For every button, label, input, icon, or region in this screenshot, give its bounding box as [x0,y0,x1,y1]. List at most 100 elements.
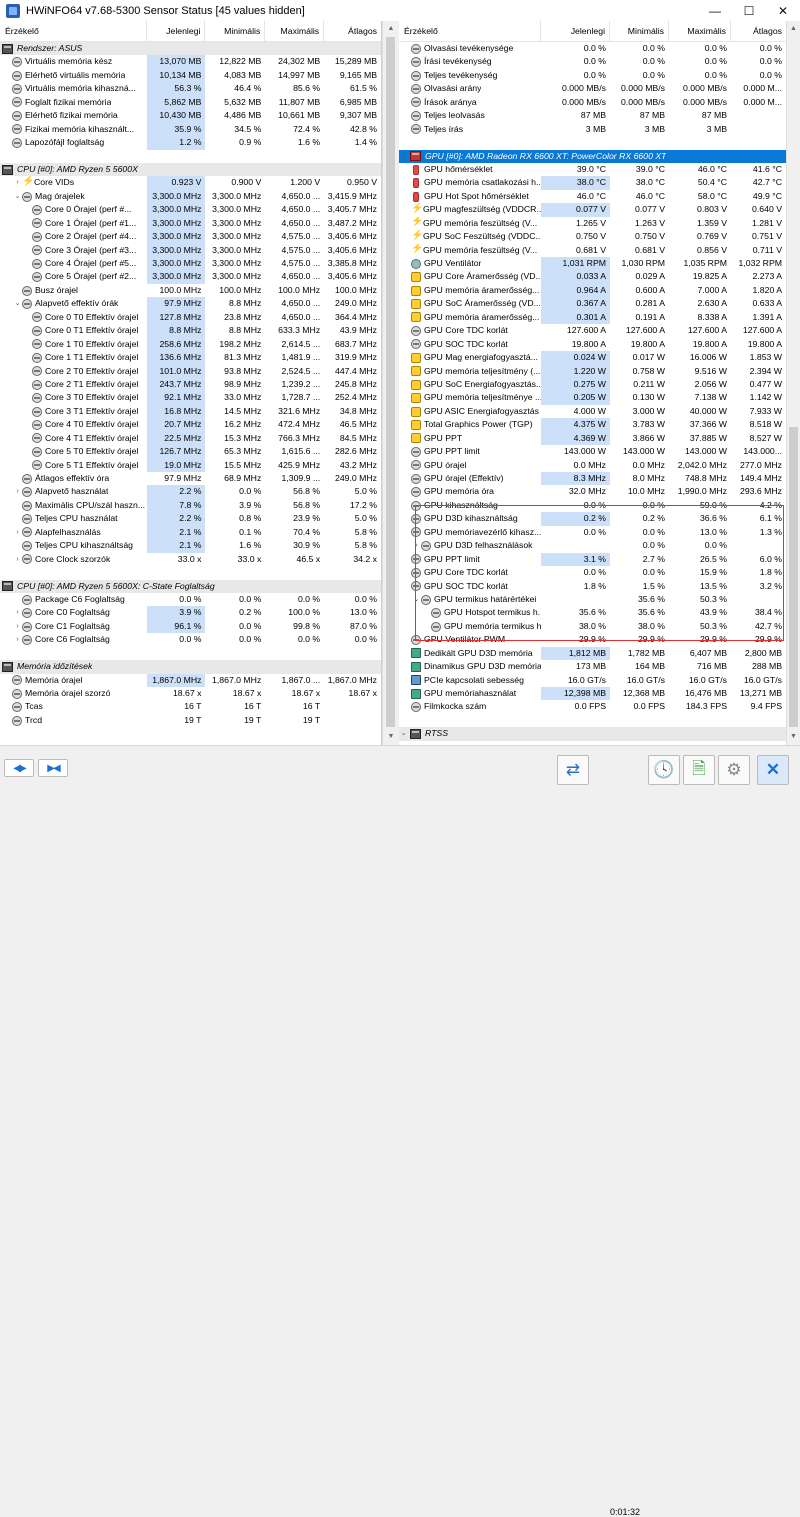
sensor-row[interactable]: Core 0 T0 Effektív órajel 127.8 MHz 23.8 M… [0,310,381,325]
sensor-row[interactable]: Lapozófájl foglaltság 1.2 % 0.9 % 1.6 % 1.4 … [0,136,381,150]
sensor-row[interactable]: Core 2 T1 Effektív órajel 243.7 MHz 98.9 M… [0,377,381,392]
column-header-current[interactable]: Jelenlegi [147,21,206,42]
sensor-row[interactable]: Core 4 T0 Effektív órajel 20.7 MHz 16.2 MH… [0,418,381,432]
sensor-row[interactable]: GPU Core TDC korlát 127.600 A 127.600 A 127… [399,324,789,337]
column-header-max[interactable]: Maximális [265,21,325,42]
sensor-row[interactable]: Core 5 T0 Effektív órajel 126.7 MHz 65.3 M… [0,445,381,459]
left-scrollbar[interactable]: ▲ ▼ [382,21,399,745]
sensor-row[interactable]: Core 1 T1 Effektív órajel 136.6 MHz 81.3 M… [0,351,381,365]
column-header-min[interactable]: Minimális [205,21,266,42]
sensor-row[interactable]: GPU magfeszültség (VDDCR...0.077 V0.077 … [399,203,789,217]
expand-toggle-icon[interactable]: ⌄ [399,150,408,163]
sensor-row[interactable]: GPU Ventilátor 1,031 RPM 1,030 RPM 1,035 RP… [399,257,789,271]
reset-clock-button[interactable]: 🕓 [648,755,680,785]
sensor-group-header[interactable]: ⌄ RTSS [399,727,789,741]
sensor-group-header[interactable]: Rendszer: ASUS [0,42,381,56]
column-header-current[interactable]: Jelenlegi [541,21,610,42]
sensor-row[interactable]: Core 5 T1 Effektív órajel 19.0 MHz 15.5 MH… [0,458,381,472]
expand-toggle-icon[interactable]: › [13,620,22,633]
sensor-row[interactable]: Teljes tevékenység 0.0 % 0.0 % 0.0 % 0.0 % [399,69,789,82]
sensor-row[interactable]: Dedikált GPU D3D memória 1,812 MB 1,782 MB… [399,646,789,661]
sensor-row[interactable]: Filmkocka szám 0.0 FPS 0.0 FPS 184.3 FPS 9.4… [399,700,789,713]
left-scroll-thumb[interactable] [386,37,395,727]
scroll-down-arrow-icon[interactable]: ▼ [383,731,399,743]
expand-toggle-icon[interactable]: › [13,553,22,566]
sensor-row[interactable]: GPU ASIC Energiafogyasztás 4.000 W 3.000 W… [399,405,789,418]
sensor-row[interactable]: GPU PPT limit 143.000 W 143.000 W 143.000 W… [399,445,789,458]
column-header-max[interactable]: Maximális [669,21,731,42]
sensor-row[interactable]: › Alapvető használat 2.2 % 0.0 % 56.8 % 5.0 % [0,485,381,499]
sensor-row[interactable]: Trcd 19 T 19 T 19 T [0,714,381,727]
settings-button[interactable]: ⚙ [718,755,750,785]
sensor-row[interactable]: Core 4 Órajel (perf #5... 3,300.0 MHz 3,30… [0,257,381,271]
sensor-row[interactable]: GPU órajel (Effektív) 8.3 MHz 8.0 MHz 748.8… [399,472,789,486]
right-scroll-thumb[interactable] [789,427,798,727]
scroll-up-arrow-icon[interactable]: ▲ [383,23,399,35]
scroll-up-arrow-icon[interactable]: ▲ [787,23,800,35]
sensor-row[interactable]: Maximális CPU/szál haszn... 7.8 % 3.9 % 56.… [0,498,381,513]
expand-toggle-icon[interactable]: ⌄ [399,727,408,740]
sensor-row[interactable]: GPU PPT 4.369 W 3.866 W 37.885 W 8.527 W [399,431,789,446]
sensor-row[interactable]: Foglalt fizikai memória 5,862 MB 5,632 MB 1… [0,95,381,110]
sensor-row[interactable]: Core 3 Órajel (perf #3... 3,300.0 MHz 3,30… [0,243,381,257]
maximize-button[interactable]: ☐ [732,0,766,21]
sensor-row[interactable]: Elérhető fizikai memória 10,430 MB 4,486 M… [0,109,381,123]
sensor-row[interactable]: Virtuális memória kész 13,070 MB 12,822 MB… [0,55,381,69]
sensor-row[interactable]: Memória órajel 1,867.0 MHz 1,867.0 MHz 1,86… [0,673,381,687]
close-window-button[interactable]: ✕ [766,0,800,21]
sensor-row[interactable]: PCIe kapcsolati sebesség 16.0 GT/s 16.0 GT… [399,674,789,687]
sensor-row[interactable]: GPU memória feszültség (V... 0.681 V 0.681… [399,244,789,257]
sensor-row[interactable]: Busz órajel 100.0 MHz 100.0 MHz 100.0 MHz 10… [0,284,381,297]
sensor-row[interactable]: GPU memória csatlakozási h... 38.0 °C 38.0… [399,176,789,190]
sensor-row[interactable]: Olvasási arány 0.000 MB/s 0.000 MB/s 0.000 … [399,82,789,95]
add-report-button[interactable]: 🗎 [683,755,715,785]
expand-toggle-icon[interactable]: ⌄ [13,297,22,310]
sensor-row[interactable]: GPU SoC Energiafogyasztás... 0.275 W 0.211… [399,377,789,392]
sensor-row[interactable]: Core 3 T1 Effektív órajel 16.8 MHz 14.5 MH… [0,404,381,419]
sensor-row[interactable]: › Alapfelhasználás 2.1 % 0.1 % 70.4 % 5.8 % [0,525,381,540]
sensor-row[interactable]: GPU SOC TDC korlát 19.800 A 19.800 A 19.800… [399,338,789,351]
sensor-row[interactable]: Core 2 T0 Effektív órajel 101.0 MHz 93.8 M… [0,364,381,378]
sensor-row[interactable]: Olvasási tevékenysége 0.0 % 0.0 % 0.0 % 0.0 … [399,42,789,55]
sensor-row[interactable]: › Core C6 Foglaltság 0.0 % 0.0 % 0.0 % 0.0 % [0,633,381,646]
sensor-row[interactable]: Teljes CPU kihasználtság 2.1 % 1.6 % 30.9 %… [0,539,381,553]
sensor-row[interactable]: Írási tevékenység 0.0 % 0.0 % 0.0 % 0.0 % [399,55,789,68]
sensor-row[interactable]: › Core C0 Foglaltság 3.9 % 0.2 % 100.0 % 13.0… [0,606,381,620]
right-scrollbar[interactable]: ▲ ▼ [786,21,800,745]
sensor-row[interactable]: GPU SoC Feszültség (VDDC... 0.750 V 0.750 … [399,230,789,243]
sensor-row[interactable]: Core 3 T0 Effektív órajel 92.1 MHz 33.0 MH… [0,391,381,405]
expand-toggle-icon[interactable]: › [13,176,22,189]
sensor-row[interactable]: Átlagos effektív óra 97.9 MHz 68.9 MHz 1,30… [0,472,381,485]
sensor-row[interactable]: Elérhető virtuális memória 10,134 MB 4,083… [0,68,381,83]
sensor-row[interactable]: GPU memória feszültség (V... 1.265 V 1.263… [399,217,789,230]
sensor-row[interactable]: Core 0 Órajel (perf #... 3,300.0 MHz 3,300… [0,203,381,217]
column-header-avg[interactable]: Átlagos [324,21,381,42]
sensor-row[interactable]: Core 0 T1 Effektív órajel 8.8 MHz 8.8 MHz 6… [0,324,381,338]
navigate-left-button[interactable]: ◀▶ [4,759,34,777]
sensor-row[interactable]: Core 1 Órajel (perf #1... 3,300.0 MHz 3,30… [0,216,381,231]
navigate-right-button[interactable]: ▶◀ [38,759,68,777]
sensor-row[interactable]: ⌄ Mag órajelek 3,300.0 MHz 3,300.0 MHz 4,650… [0,189,381,204]
sensor-group-header[interactable]: CPU [#0]: AMD Ryzen 5 5600X [0,162,381,177]
column-header-min[interactable]: Minimális [610,21,669,42]
sensor-row[interactable]: GPU Core Áramerősség (VD... 0.033 A 0.029 … [399,270,789,284]
sensor-row[interactable]: GPU SoC Áramerősség (VD... 0.367 A 0.281 A… [399,297,789,311]
sensor-row[interactable]: Virtuális memória kihaszná... 56.3 % 46.4 … [0,82,381,96]
expand-toggle-icon[interactable]: › [13,633,22,646]
minimize-button[interactable]: — [698,0,732,21]
sensor-row[interactable]: Teljes írás 3 MB 3 MB 3 MB [399,123,789,136]
sensor-row[interactable]: Package C6 Foglaltság 0.0 % 0.0 % 0.0 % 0.0 … [0,593,381,606]
sensor-group-header[interactable]: CPU [#0]: AMD Ryzen 5 5600X: C-State Fog… [0,579,381,593]
sensor-group-header[interactable]: ⌄ GPU [#0]: AMD Radeon RX 6600 XT: PowerC… [399,149,789,163]
sensor-row[interactable]: GPU memória teljesítménye ... 0.205 W 0.13… [399,391,789,405]
sensor-row[interactable]: GPU Hot Spot hőmérséklet 46.0 °C 46.0 °C 58… [399,190,789,203]
column-header-name[interactable]: Érzékelő [399,21,541,42]
sensor-row[interactable]: Teljes leolvasás 87 MB 87 MB 87 MB [399,109,789,122]
sensor-row[interactable]: GPU órajel 0.0 MHz 0.0 MHz 2,042.0 MHz 277.0… [399,459,789,472]
column-header-name[interactable]: Érzékelő [0,21,147,42]
sensor-row[interactable]: GPU memóriahasználat 12,398 MB 12,368 MB 16… [399,687,789,701]
sensor-row[interactable]: Írások aránya 0.000 MB/s 0.000 MB/s 0.000 M… [399,96,789,109]
expand-toggle-icon[interactable]: › [13,526,22,539]
sensor-row[interactable]: GPU Mag energiafogyasztá... 0.024 W 0.017 … [399,351,789,365]
sensor-row[interactable]: Core 1 T0 Effektív órajel 258.6 MHz 198.2 … [0,337,381,352]
